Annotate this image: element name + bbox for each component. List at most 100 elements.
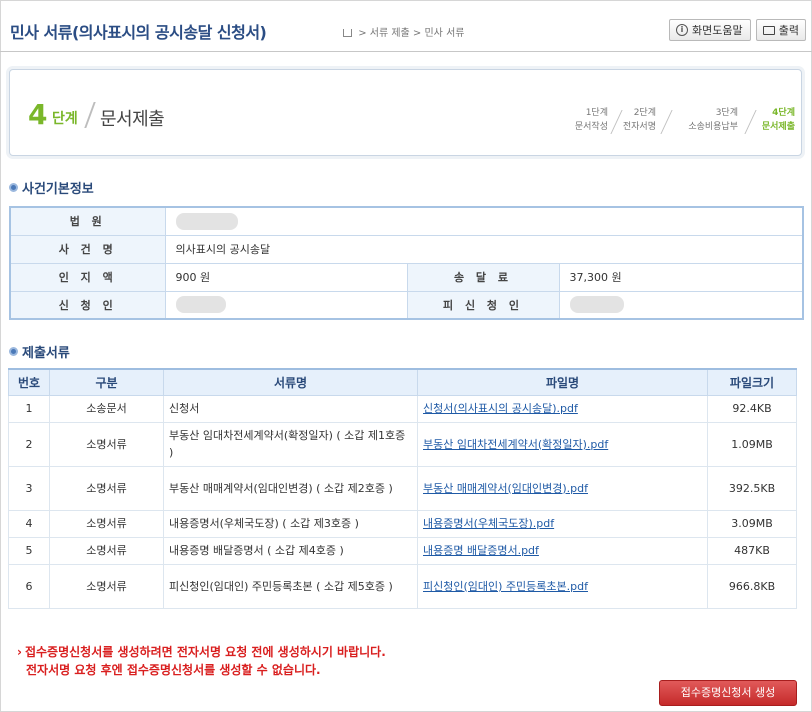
documents-table: 번호 구분 서류명 파일명 파일크기 1 소송문서 신청서 신청서(의사표시의 …: [8, 368, 797, 609]
doc-file-link[interactable]: 피신청인(임대인) 주민등록초본.pdf: [417, 563, 708, 609]
doc-name: 피신청인(임대인) 주민등록초본 ( 소갑 제5호증 ): [163, 563, 418, 609]
doc-type: 소명서류: [49, 536, 164, 565]
case-info-table: 법 원 사 건 명 의사표시의 공시송달 인 지 액 900 원 송 달 료 3…: [9, 206, 804, 320]
column-header: 파일명: [417, 368, 708, 396]
breadcrumb-sep: >: [358, 28, 370, 39]
home-icon[interactable]: [343, 29, 352, 37]
printer-icon: [763, 25, 775, 35]
print-button-label: 출력: [778, 24, 799, 37]
notice-line-2: 전자서명 요청 후엔 접수증명신청서를 생성할 수 없습니다.: [26, 663, 321, 677]
doc-file-link[interactable]: 내용증명서(우체국도장).pdf: [417, 509, 708, 538]
doc-size: 3.09MB: [707, 509, 797, 538]
doc-no: 6: [8, 563, 50, 609]
case-info-title: 사건기본정보: [22, 182, 94, 197]
service-fee-value: 37,300 원: [558, 262, 804, 292]
step-sub: 소송비용납부: [688, 122, 738, 132]
documents-title: 제출서류: [22, 346, 70, 361]
step-divider: [84, 102, 96, 128]
step-separator: [660, 110, 673, 134]
stamp-fee-value: 900 원: [164, 262, 408, 292]
case-info-heading: 사건기본정보: [9, 178, 94, 197]
help-button[interactable]: i 화면도움말: [669, 19, 751, 41]
help-button-label: 화면도움말: [692, 24, 743, 37]
doc-no: 2: [8, 421, 50, 467]
current-step-name: 문서제출: [100, 109, 165, 130]
doc-name: 신청서: [163, 394, 418, 423]
doc-file-link[interactable]: 내용증명 배달증명서.pdf: [417, 536, 708, 565]
table-row: 신 청 인 피 신 청 인: [9, 290, 804, 320]
column-header: 번호: [8, 368, 50, 396]
redacted-applicant: [175, 296, 226, 314]
step-list: 1단계 문서작성 2단계 전자서명 3단계 소송비용납부 4단계 문서제출: [550, 106, 800, 138]
doc-size: 92.4KB: [707, 394, 797, 423]
respondent-value: [558, 290, 804, 320]
court-label: 법 원: [9, 206, 166, 236]
respondent-label: 피 신 청 인: [406, 290, 560, 320]
doc-no: 3: [8, 465, 50, 511]
table-row: 사 건 명 의사표시의 공시송달: [9, 234, 804, 264]
arrow-icon: ›: [17, 645, 22, 659]
step-sub: 문서제출: [761, 122, 795, 132]
doc-type: 소명서류: [49, 465, 164, 511]
court-value: [164, 206, 804, 236]
doc-no: 4: [8, 509, 50, 538]
case-name-value: 의사표시의 공시송달: [164, 234, 804, 264]
doc-name: 내용증명 배달증명서 ( 소갑 제4호증 ): [163, 536, 418, 565]
doc-file-link[interactable]: 부동산 매매계약서(임대인변경).pdf: [417, 465, 708, 511]
doc-name: 부동산 임대차전세계약서(확정일자) ( 소갑 제1호증 ): [163, 421, 418, 467]
header-divider: [0, 51, 812, 52]
notice-text-1: 접수증명신청서를 생성하려면 전자서명 요청 전에 생성하시기 바랍니다.: [24, 645, 386, 659]
doc-file-link[interactable]: 부동산 임대차전세계약서(확정일자).pdf: [417, 421, 708, 467]
step-label: 4단계: [772, 108, 795, 118]
step-label: 3단계: [715, 108, 738, 118]
doc-name: 내용증명서(우체국도장) ( 소갑 제3호증 ): [163, 509, 418, 538]
doc-size: 1.09MB: [707, 421, 797, 467]
breadcrumb-sep: >: [412, 28, 425, 39]
breadcrumb-item[interactable]: 민사 서류: [424, 28, 464, 39]
table-row: 법 원: [9, 206, 804, 236]
step-item-4: 4단계 문서제출: [735, 106, 795, 134]
step-indicator: 4 단계 문서제출 1단계 문서작성 2단계 전자서명 3단계 소송비용납부 4…: [9, 69, 802, 156]
bullet-icon: [9, 347, 18, 356]
doc-no: 5: [8, 536, 50, 565]
case-name-label: 사 건 명: [9, 234, 166, 264]
doc-name: 부동산 매매계약서(임대인변경) ( 소갑 제2호증 ): [163, 465, 418, 511]
doc-size: 392.5KB: [707, 465, 797, 511]
step-item-3: 3단계 소송비용납부: [678, 106, 738, 134]
breadcrumb: > 서류 제출 > 민사 서류: [343, 24, 464, 39]
documents-heading: 제출서류: [9, 342, 70, 361]
applicant-label: 신 청 인: [9, 290, 166, 320]
page-title: 민사 서류(의사표시의 공시송달 신청서): [10, 23, 267, 42]
table-row: 6 소명서류 피신청인(임대인) 주민등록초본 ( 소갑 제5호증 ) 피신청인…: [8, 563, 797, 609]
page-header: 민사 서류(의사표시의 공시송달 신청서) > 서류 제출 > 민사 서류 i …: [0, 0, 812, 58]
step-label: 2단계: [633, 108, 656, 118]
generate-receipt-button[interactable]: 접수증명신청서 생성: [659, 680, 797, 706]
doc-type: 소명서류: [49, 421, 164, 467]
doc-file-link[interactable]: 신청서(의사표시의 공시송달).pdf: [417, 394, 708, 423]
table-row: 1 소송문서 신청서 신청서(의사표시의 공시송달).pdf 92.4KB: [8, 394, 797, 423]
doc-type: 소명서류: [49, 509, 164, 538]
doc-size: 966.8KB: [707, 563, 797, 609]
service-fee-label: 송 달 료: [406, 262, 560, 292]
notice-message: › 접수증명신청서를 생성하려면 전자서명 요청 전에 생성하시기 바랍니다. 전…: [17, 643, 386, 679]
current-step-unit: 단계: [52, 111, 78, 127]
table-row: 2 소명서류 부동산 임대차전세계약서(확정일자) ( 소갑 제1호증 ) 부동…: [8, 421, 797, 467]
applicant-value: [164, 290, 408, 320]
notice-line-1: › 접수증명신청서를 생성하려면 전자서명 요청 전에 생성하시기 바랍니다.: [17, 643, 386, 661]
breadcrumb-item[interactable]: 서류 제출: [370, 28, 410, 39]
redacted-court: [175, 212, 238, 230]
doc-type: 소명서류: [49, 563, 164, 609]
table-row: 4 소명서류 내용증명서(우체국도장) ( 소갑 제3호증 ) 내용증명서(우체…: [8, 509, 797, 538]
column-header: 파일크기: [707, 368, 797, 396]
column-header: 서류명: [163, 368, 418, 396]
table-row: 5 소명서류 내용증명 배달증명서 ( 소갑 제4호증 ) 내용증명 배달증명서…: [8, 536, 797, 565]
table-header-row: 번호 구분 서류명 파일명 파일크기: [8, 368, 797, 396]
table-row: 3 소명서류 부동산 매매계약서(임대인변경) ( 소갑 제2호증 ) 부동산 …: [8, 465, 797, 511]
step-item-2: 2단계 전자서명: [596, 106, 656, 134]
bullet-icon: [9, 183, 18, 192]
print-button[interactable]: 출력: [756, 19, 806, 41]
step-sub: 전자서명: [622, 122, 656, 132]
table-row: 인 지 액 900 원 송 달 료 37,300 원: [9, 262, 804, 292]
column-header: 구분: [49, 368, 164, 396]
doc-size: 487KB: [707, 536, 797, 565]
